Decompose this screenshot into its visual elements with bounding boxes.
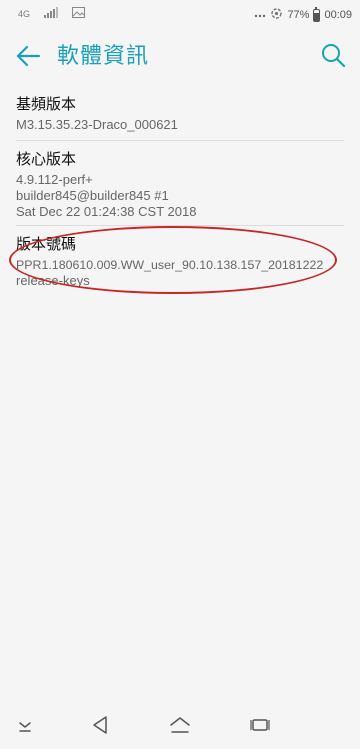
- network-4g-icon: 4G: [18, 9, 31, 19]
- collapse-button[interactable]: [11, 715, 39, 739]
- recents-nav-button[interactable]: [246, 715, 274, 739]
- list-item-kernel-version[interactable]: 核心版本 4.9.112-perf+ builder845@builder845…: [0, 141, 360, 225]
- status-bar: 4G 77% 00:09: [0, 0, 360, 30]
- recents-icon: [250, 716, 270, 738]
- battery-percent: 77%: [287, 9, 310, 21]
- image-notification-icon: [72, 7, 86, 21]
- item-value: builder845@builder845 #1: [16, 188, 169, 203]
- item-value: PPR1.180610.009.WW_user_90.10.138.157_20…: [16, 258, 324, 272]
- list-item-baseband-version[interactable]: 基頻版本 M3.15.35.23-Draco_000621: [0, 86, 360, 140]
- status-left: 4G: [18, 7, 86, 21]
- arrow-left-icon: [15, 45, 41, 71]
- back-triangle-icon: [91, 715, 109, 739]
- item-title: 基頻版本: [16, 95, 77, 113]
- item-title: 版本號碼: [16, 235, 77, 253]
- more-icon: [254, 9, 266, 21]
- list-item-build-number[interactable]: 版本號碼 PPR1.180610.009.WW_user_90.10.138.1…: [0, 226, 360, 294]
- item-title: 核心版本: [16, 150, 77, 168]
- page-title: 軟體資訊: [57, 44, 150, 69]
- status-right: 77% 00:09: [254, 6, 352, 23]
- collapse-down-icon: [17, 718, 33, 737]
- back-nav-button[interactable]: [86, 715, 114, 739]
- search-icon: [320, 42, 346, 72]
- item-value: M3.15.35.23-Draco_000621: [16, 117, 178, 132]
- battery-icon: [313, 6, 321, 22]
- back-button[interactable]: [12, 42, 44, 74]
- navigation-bar: [0, 705, 360, 749]
- home-icon: [169, 716, 191, 738]
- signal-icon: [44, 7, 59, 21]
- item-value: 4.9.112-perf+: [16, 172, 93, 187]
- sync-icon: [270, 7, 283, 23]
- search-button[interactable]: [316, 40, 350, 74]
- item-value: Sat Dec 22 01:24:38 CST 2018: [16, 204, 197, 219]
- item-value: release-keys: [16, 273, 90, 288]
- home-nav-button[interactable]: [166, 715, 194, 739]
- app-header: 軟體資訊: [0, 30, 360, 86]
- clock: 00:09: [324, 9, 352, 21]
